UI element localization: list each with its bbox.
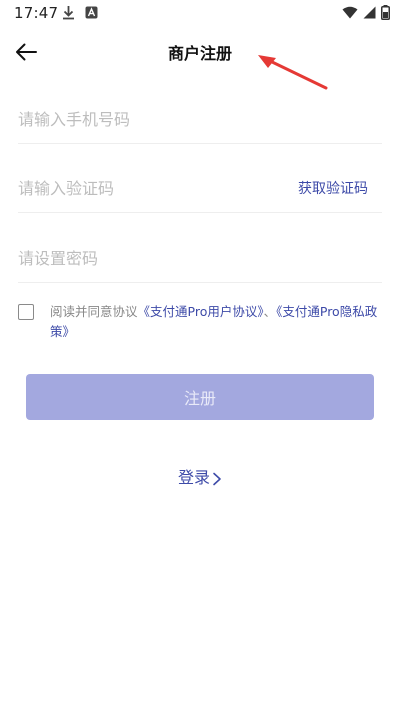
agreement-text: 阅读并同意协议《支付通Pro用户协议》、《支付通Pro隐私政策》 xyxy=(50,302,384,342)
register-screen: 17:47 商户注册 请输入手机号码 请输入验证码 获取验证码 阅读并同意协议《… xyxy=(0,0,400,710)
register-button[interactable]: 注册 xyxy=(26,374,374,420)
page-title: 商户注册 xyxy=(167,44,232,63)
password-field xyxy=(18,234,382,283)
code-field: 获取验证码 xyxy=(18,164,382,213)
agreement-prefix: 阅读并同意协议 xyxy=(50,304,138,319)
verification-code-input[interactable] xyxy=(18,178,278,198)
login-link-label: 登录 xyxy=(177,468,210,487)
status-left-icons xyxy=(62,5,98,20)
status-right-icons xyxy=(342,5,390,20)
download-icon xyxy=(63,6,74,20)
phone-input[interactable] xyxy=(18,109,278,129)
login-link[interactable]: 登录 xyxy=(0,464,400,488)
annotation-arrow-icon xyxy=(258,55,328,90)
agreement-checkbox[interactable] xyxy=(18,304,34,320)
wifi-icon xyxy=(342,6,358,19)
app-notification-icon xyxy=(85,6,98,19)
register-button-label: 注册 xyxy=(183,389,216,408)
agreement-separator: 、 xyxy=(263,304,277,319)
chevron-right-icon xyxy=(213,472,221,485)
battery-icon xyxy=(381,5,390,20)
password-input[interactable] xyxy=(18,248,278,268)
agreement-row: 阅读并同意协议《支付通Pro用户协议》、《支付通Pro隐私政策》 xyxy=(18,302,384,342)
app-header: 商户注册 xyxy=(0,28,400,76)
status-bar: 17:47 xyxy=(0,0,400,28)
user-agreement-link[interactable]: 《支付通Pro用户协议》 xyxy=(138,304,264,319)
status-time: 17:47 xyxy=(14,4,59,22)
get-code-button[interactable]: 获取验证码 xyxy=(298,178,368,198)
cellular-signal-icon xyxy=(363,6,376,19)
phone-field xyxy=(18,95,382,144)
